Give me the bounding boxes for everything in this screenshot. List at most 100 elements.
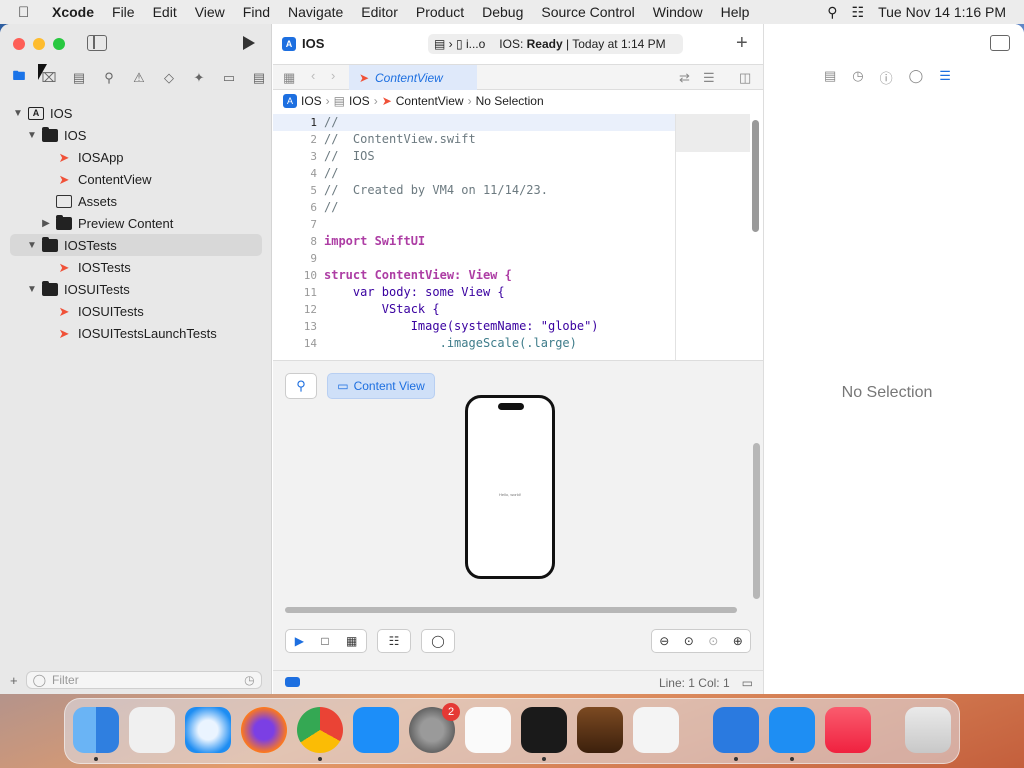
tree-item-assets[interactable]: Assets [0, 190, 272, 212]
test-navigator-icon[interactable]: ◇ [160, 70, 178, 86]
tree-item-folder[interactable]: ▼ IOS [0, 124, 272, 146]
tree-item-folder-selected[interactable]: ▼ IOSTests [10, 234, 262, 256]
find-navigator-icon[interactable]: ⚲ [100, 70, 118, 86]
filter-input[interactable]: ◯ Filter ◷ [25, 671, 262, 689]
menu-find[interactable]: Find [234, 4, 279, 20]
trash-icon[interactable] [905, 707, 951, 753]
menu-view[interactable]: View [186, 4, 234, 20]
menu-product[interactable]: Product [407, 4, 473, 20]
live-preview-icon[interactable]: ▶ [295, 634, 304, 648]
disclosure-expanded-icon[interactable]: ▼ [12, 108, 24, 119]
related-items-grid-icon[interactable]: ▦ [283, 70, 295, 86]
menu-debug[interactable]: Debug [473, 4, 532, 20]
firefox-icon[interactable] [241, 707, 287, 753]
minimize-window-button[interactable] [33, 38, 45, 50]
menu-app-name[interactable]: Xcode [40, 4, 103, 20]
quick-help-icon[interactable]: ⓘ [880, 68, 893, 87]
xcode-icon[interactable] [713, 707, 759, 753]
history-inspector-icon[interactable]: ◷ [852, 68, 863, 87]
toggle-debug-area-icon[interactable]: ▭ [742, 676, 753, 690]
scheme-title[interactable]: A IOS [282, 36, 324, 51]
sidebar-toggle-icon[interactable] [87, 35, 107, 51]
close-window-button[interactable] [13, 38, 25, 50]
debug-area-tag-icon[interactable] [285, 677, 300, 687]
project-navigator-folder-icon[interactable]: 🖿 [10, 67, 28, 89]
jump-selection[interactable]: No Selection [476, 94, 544, 108]
symbol-navigator-icon[interactable]: ▤ [70, 70, 88, 86]
selectable-mode-icon[interactable]: □ [321, 634, 328, 648]
jump-file[interactable]: ContentView [396, 94, 464, 108]
garageband-icon[interactable] [577, 707, 623, 753]
breakpoint-navigator-icon[interactable]: ▭ [220, 70, 238, 86]
tree-item-file[interactable]: ➤ IOSUITests [0, 300, 272, 322]
split-editor-icon[interactable]: ◫ [739, 70, 751, 86]
control-center-icon[interactable]: ☷ [852, 4, 865, 21]
tree-item-file[interactable]: ➤ IOSApp [0, 146, 272, 168]
menu-edit[interactable]: Edit [144, 4, 186, 20]
editor-vertical-scrollbar[interactable] [752, 120, 759, 232]
debug-navigator-icon[interactable]: ✦ [190, 70, 208, 86]
source-editor[interactable]: 1 2 3 4 5 6 7 8 9 10 11 12 13 14 // // C… [273, 114, 763, 360]
menu-navigate[interactable]: Navigate [279, 4, 352, 20]
accessibility-inspector-icon[interactable]: ◯ [909, 68, 924, 87]
disclosure-collapsed-icon[interactable]: ▶ [40, 218, 52, 229]
menubar-clock[interactable]: Tue Nov 14 1:16 PM [878, 4, 1006, 20]
back-chevron-icon[interactable]: ‹ [311, 68, 315, 83]
filter-options-icon[interactable]: ◯ [33, 673, 46, 687]
pin-preview-icon[interactable]: ⚲ [285, 373, 317, 399]
menu-editor[interactable]: Editor [352, 4, 407, 20]
forward-chevron-icon[interactable]: › [331, 68, 335, 83]
tree-item-file[interactable]: ➤ ContentView [0, 168, 272, 190]
issue-navigator-icon[interactable]: ⚠ [130, 70, 148, 86]
music-icon[interactable] [825, 707, 871, 753]
spotlight-search-icon[interactable]: ⚲ [827, 4, 837, 21]
report-navigator-icon[interactable]: ▤ [250, 70, 268, 86]
run-button[interactable] [243, 36, 255, 50]
tree-item-project[interactable]: ▼ A IOS [0, 102, 272, 124]
zoom-window-button[interactable] [53, 38, 65, 50]
finder-icon[interactable] [73, 707, 119, 753]
tree-item-file[interactable]: ➤ IOSUITestsLaunchTests [0, 322, 272, 344]
device-preview[interactable]: Hello, world! [465, 395, 555, 579]
apple-menu-icon[interactable]:  [18, 4, 40, 21]
app-store-icon[interactable] [353, 707, 399, 753]
canvas-vertical-scrollbar[interactable] [753, 443, 760, 599]
editor-options-icon[interactable]: ☰ [703, 70, 715, 86]
terminal-icon[interactable] [521, 707, 567, 753]
zoom-actual-size-icon[interactable]: ⊙ [708, 634, 718, 648]
disclosure-expanded-icon[interactable]: ▼ [26, 130, 38, 141]
jump-project[interactable]: IOS [301, 94, 322, 108]
tree-item-folder[interactable]: ▼ IOSUITests [0, 278, 272, 300]
zoom-in-icon[interactable]: ⊕ [733, 634, 743, 648]
textedit-icon[interactable] [465, 707, 511, 753]
jump-group[interactable]: IOS [349, 94, 370, 108]
zoom-to-fit-icon[interactable]: ⊙ [684, 634, 694, 648]
simulator-icon[interactable] [769, 707, 815, 753]
menu-window[interactable]: Window [644, 4, 712, 20]
menu-source-control[interactable]: Source Control [532, 4, 643, 20]
zoom-out-icon[interactable]: ⊖ [659, 634, 669, 648]
tab-contentview[interactable]: ➤ ContentView [349, 65, 477, 90]
minimap-visible-region[interactable] [676, 114, 750, 152]
menu-help[interactable]: Help [712, 4, 759, 20]
tree-item-folder[interactable]: ▶ Preview Content [0, 212, 272, 234]
add-file-icon[interactable]: + [10, 673, 18, 688]
minimap[interactable] [675, 114, 763, 360]
tree-item-file[interactable]: ➤ IOSTests [0, 256, 272, 278]
canvas-horizontal-scrollbar[interactable] [285, 607, 737, 613]
device-settings-button[interactable]: ☷ [377, 629, 411, 653]
file-inspector-icon[interactable]: ▤ [824, 68, 836, 87]
recent-files-filter-icon[interactable]: ◷ [244, 673, 254, 687]
menu-file[interactable]: File [103, 4, 144, 20]
add-library-button[interactable]: + [736, 32, 748, 55]
launchpad-icon[interactable] [129, 707, 175, 753]
safari-icon[interactable] [185, 707, 231, 753]
attributes-inspector-icon[interactable]: ☰ [939, 68, 951, 87]
disclosure-expanded-icon[interactable]: ▼ [26, 240, 38, 251]
refresh-diff-icon[interactable]: ⇄ [679, 70, 690, 86]
scheme-selector[interactable]: ▤ › ▯ i...o [434, 37, 485, 51]
disclosure-expanded-icon[interactable]: ▼ [26, 284, 38, 295]
chrome-icon[interactable] [297, 707, 343, 753]
variants-grid-icon[interactable]: ▦ [346, 634, 357, 648]
device-picker-button[interactable]: ◯ [421, 629, 455, 653]
